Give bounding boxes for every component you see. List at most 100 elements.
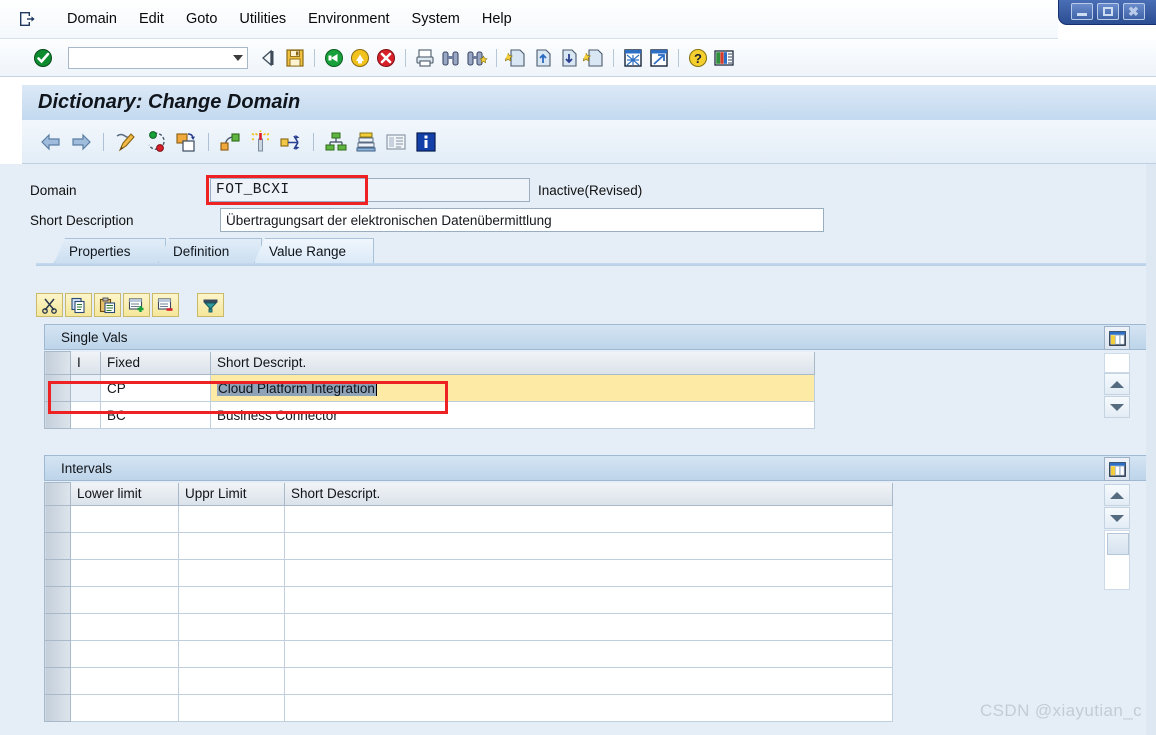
cell-short-descript[interactable]: Cloud Platform Integration	[210, 374, 815, 402]
table-row[interactable]	[44, 586, 893, 614]
menu-item-system[interactable]: System	[401, 8, 471, 30]
cell-fixed[interactable]: CP	[100, 374, 211, 402]
table-row[interactable]	[44, 613, 893, 641]
table-settings-icon[interactable]	[1104, 457, 1130, 481]
print-icon[interactable]	[414, 47, 436, 69]
col-header-fixed[interactable]: Fixed	[100, 351, 211, 375]
tab-properties[interactable]: Properties	[54, 238, 166, 263]
row-selector[interactable]	[44, 613, 71, 641]
menu-item-help[interactable]: Help	[471, 8, 523, 30]
cell-upper[interactable]	[178, 667, 285, 695]
exit-yellow-icon[interactable]	[349, 47, 371, 69]
col-header-lower-limit[interactable]: Lower limit	[70, 482, 179, 506]
scroll-down-icon[interactable]	[1104, 396, 1130, 418]
save-icon[interactable]	[284, 47, 306, 69]
cell-short-descript[interactable]	[284, 532, 893, 560]
find-icon[interactable]	[440, 47, 462, 69]
col-header-short-descript[interactable]: Short Descript.	[284, 482, 893, 506]
select-all-cell[interactable]	[44, 482, 71, 506]
help-icon[interactable]: ?	[687, 47, 709, 69]
tab-definition[interactable]: Definition	[158, 238, 262, 263]
cell-upper[interactable]	[178, 532, 285, 560]
stack-icon[interactable]	[354, 130, 378, 154]
cell-short-descript[interactable]	[284, 667, 893, 695]
cell-i[interactable]	[70, 374, 101, 402]
find-next-icon[interactable]	[466, 47, 488, 69]
row-selector[interactable]	[44, 401, 71, 429]
tab-value-range[interactable]: Value Range	[254, 238, 374, 263]
cell-fixed[interactable]: BC	[100, 401, 211, 429]
next-page-icon[interactable]	[557, 47, 579, 69]
delete-row-icon[interactable]	[152, 293, 179, 317]
cell-lower[interactable]	[70, 667, 179, 695]
row-selector[interactable]	[44, 505, 71, 533]
row-selector[interactable]	[44, 640, 71, 668]
forward-arrow-icon[interactable]	[69, 130, 93, 154]
last-page-icon[interactable]	[582, 47, 605, 69]
cell-short-descript[interactable]	[284, 559, 893, 587]
scroll-track[interactable]	[1104, 530, 1130, 590]
paste-icon[interactable]	[94, 293, 121, 317]
cell-short-descript[interactable]	[284, 613, 893, 641]
display-change-icon[interactable]	[114, 130, 138, 154]
row-selector[interactable]	[44, 559, 71, 587]
menu-item-utilities[interactable]: Utilities	[228, 8, 297, 30]
col-header-upper-limit[interactable]: Uppr Limit	[178, 482, 285, 506]
minimize-button[interactable]	[1070, 2, 1093, 20]
first-page-icon[interactable]	[504, 47, 527, 69]
documentation-icon[interactable]	[384, 130, 408, 154]
cell-lower[interactable]	[70, 559, 179, 587]
scroll-up-icon[interactable]	[1104, 373, 1130, 395]
table-row[interactable]	[44, 559, 893, 587]
close-button[interactable]: ✖	[1122, 2, 1145, 20]
cell-short-descript[interactable]	[284, 586, 893, 614]
navigate-icon[interactable]	[279, 130, 303, 154]
short-description-input[interactable]	[220, 208, 824, 232]
menu-item-edit[interactable]: Edit	[128, 8, 175, 30]
domain-input[interactable]	[210, 178, 530, 202]
previous-page-icon[interactable]	[531, 47, 553, 69]
cell-short-descript[interactable]	[284, 640, 893, 668]
hierarchy-icon[interactable]	[324, 130, 348, 154]
cell-upper[interactable]	[178, 694, 285, 722]
cell-lower[interactable]	[70, 532, 179, 560]
table-row[interactable]	[44, 640, 893, 668]
row-selector[interactable]	[44, 586, 71, 614]
table-row[interactable]	[44, 532, 893, 560]
chevron-down-icon[interactable]	[233, 54, 243, 61]
menu-item-environment[interactable]: Environment	[297, 8, 400, 30]
table-row[interactable]	[44, 505, 893, 533]
cell-upper[interactable]	[178, 586, 285, 614]
cell-lower[interactable]	[70, 613, 179, 641]
table-row[interactable]: BC Business Connector	[44, 401, 815, 429]
scroll-thumb[interactable]	[1107, 533, 1129, 555]
row-selector[interactable]	[44, 532, 71, 560]
menu-item-domain[interactable]: Domain	[56, 8, 128, 30]
scroll-track[interactable]	[1104, 353, 1130, 373]
command-field[interactable]	[68, 46, 248, 69]
cell-lower[interactable]	[70, 505, 179, 533]
cell-i[interactable]	[70, 401, 101, 429]
back-green-icon[interactable]	[323, 47, 345, 69]
copy-icon[interactable]	[65, 293, 92, 317]
customize-layout-icon[interactable]	[713, 47, 735, 69]
insert-row-icon[interactable]	[123, 293, 150, 317]
cell-short-descript[interactable]: Business Connector	[210, 401, 815, 429]
cell-upper[interactable]	[178, 505, 285, 533]
cell-lower[interactable]	[70, 586, 179, 614]
copy-object-icon[interactable]	[174, 130, 198, 154]
cell-upper[interactable]	[178, 559, 285, 587]
back-icon[interactable]	[258, 47, 280, 69]
scroll-up-icon[interactable]	[1104, 484, 1130, 506]
row-selector[interactable]	[44, 374, 71, 402]
cancel-red-icon[interactable]	[375, 47, 397, 69]
cell-short-descript[interactable]	[284, 505, 893, 533]
cell-short-descript[interactable]	[284, 694, 893, 722]
filter-icon[interactable]	[197, 293, 224, 317]
create-shortcut-icon[interactable]	[648, 47, 670, 69]
col-header-i[interactable]: I	[70, 351, 101, 375]
cell-upper[interactable]	[178, 613, 285, 641]
table-settings-icon[interactable]	[1104, 326, 1130, 350]
where-used-list-icon[interactable]	[219, 130, 243, 154]
enter-check-icon[interactable]	[32, 47, 54, 69]
